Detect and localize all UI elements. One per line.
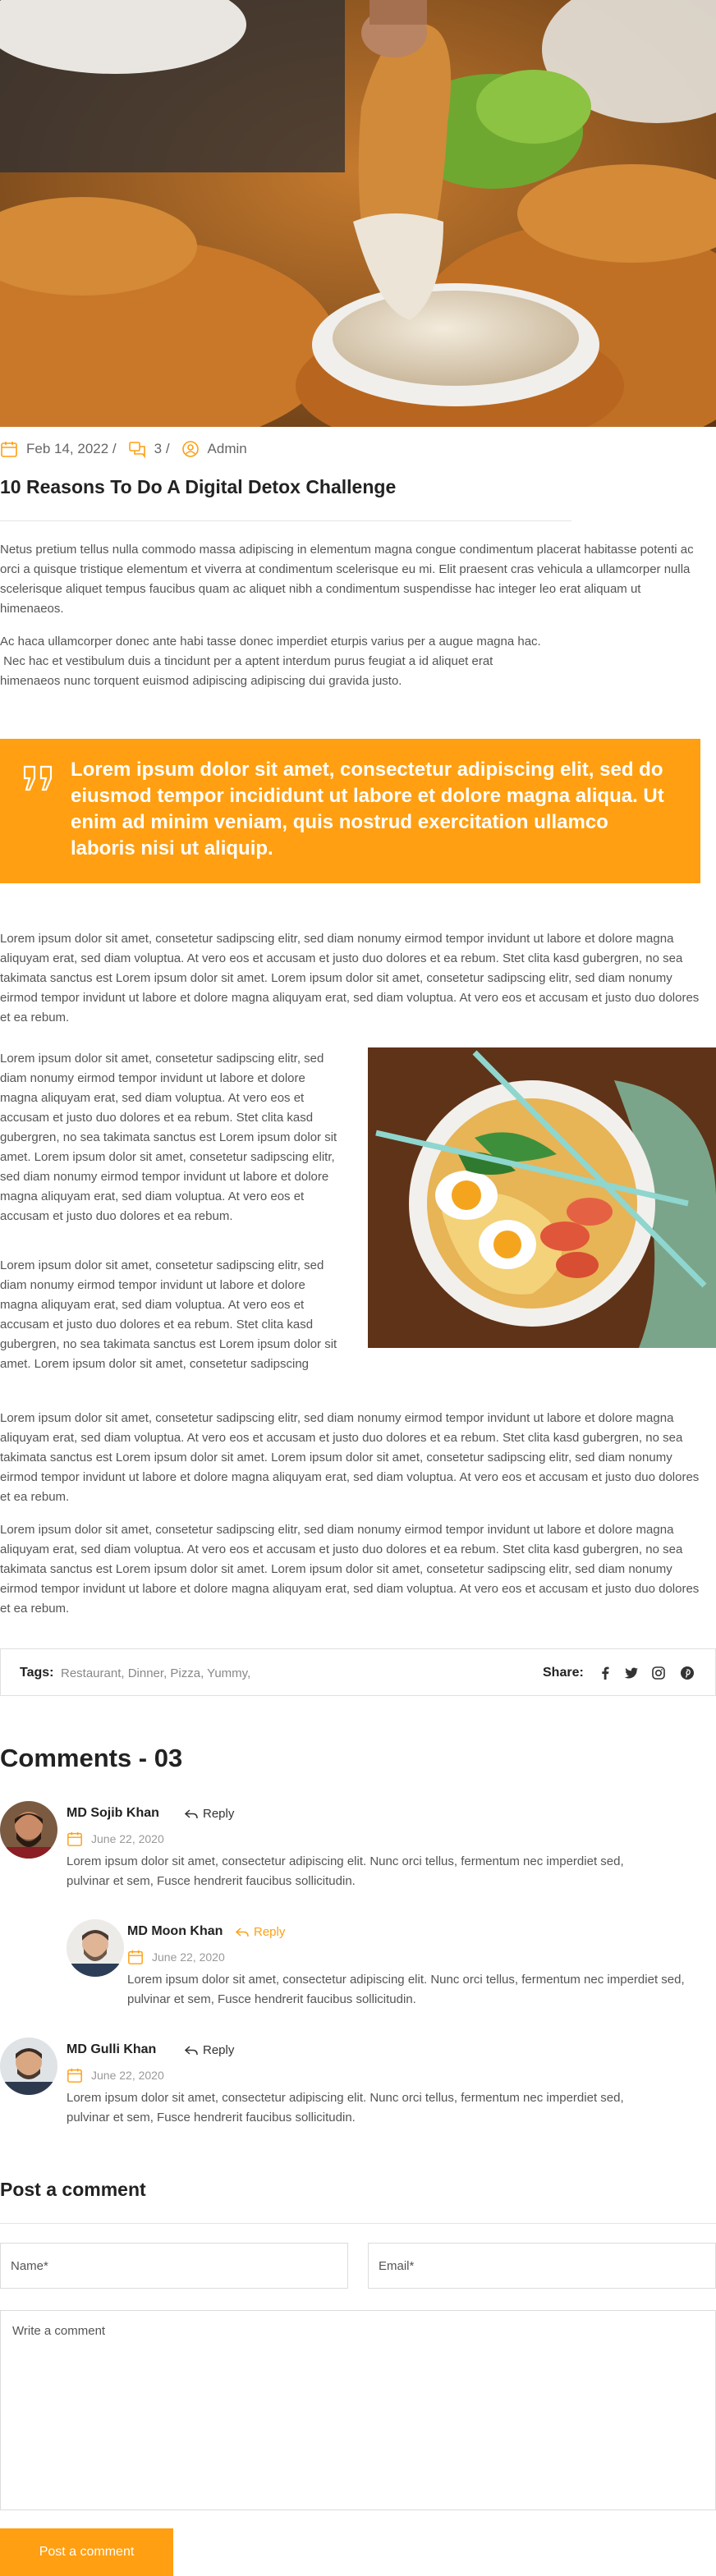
post-date: Feb 14, 2022 / <box>0 440 117 458</box>
avatar <box>0 2037 57 2095</box>
comment-date-text: June 22, 2020 <box>91 2069 164 2082</box>
paragraph-line: Nec hac et vestibulum duis a tincidunt p… <box>0 654 493 668</box>
comment-reply-item: MD Moon Khan Reply June 22, 2020 Lorem i… <box>67 1919 716 2010</box>
comment-author: MD Sojib Khan <box>67 1806 159 1820</box>
avatar <box>0 1801 57 1859</box>
post-paragraph: Lorem ipsum dolor sit amet, consetetur s… <box>0 1258 337 1371</box>
name-field[interactable] <box>0 2243 348 2289</box>
reply-icon <box>236 1927 249 1937</box>
share-label: Share: <box>543 1666 584 1680</box>
post-paragraph: Lorem ipsum dolor sit amet, consetetur s… <box>0 1523 700 1616</box>
post-comment-button[interactable]: Post a comment <box>0 2528 173 2576</box>
user-icon <box>181 440 200 458</box>
post-date-text: Feb 14, 2022 / <box>26 441 117 456</box>
post-paragraph: Netus pretium tellus nulla commodo massa… <box>0 543 694 616</box>
reply-button[interactable]: Reply <box>185 2043 234 2057</box>
divider <box>0 2223 716 2224</box>
blockquote: Lorem ipsum dolor sit amet, consectetur … <box>0 739 700 883</box>
reply-label: Reply <box>254 1925 286 1939</box>
reply-label: Reply <box>203 1807 235 1821</box>
paragraph-line: himenaeos nunc torquent euismod adipisci… <box>0 674 402 688</box>
twitter-icon[interactable] <box>624 1666 639 1680</box>
post-author-text: Admin <box>207 441 247 456</box>
post-paragraph: Ac haca ullamcorper donec ante habi tass… <box>0 632 698 691</box>
calendar-icon <box>67 2068 82 2083</box>
reply-label: Reply <box>203 2043 235 2057</box>
comment-author: MD Gulli Khan <box>67 2042 157 2056</box>
reply-button[interactable]: Reply <box>236 1925 285 1939</box>
comment-author: MD Moon Khan <box>127 1924 223 1938</box>
hero-image <box>0 0 716 427</box>
instagram-icon[interactable] <box>651 1666 666 1680</box>
facebook-icon[interactable] <box>598 1666 613 1680</box>
comments-title: Comments - 03 <box>0 1744 183 1772</box>
comment-date: June 22, 2020 <box>67 2067 164 2083</box>
calendar-icon <box>0 440 18 458</box>
calendar-icon <box>67 1831 82 1846</box>
ramen-image <box>368 1047 716 1348</box>
comment-item: MD Sojib Khan Reply June 22, 2020 Lorem … <box>0 1801 716 1891</box>
post-paragraph: Lorem ipsum dolor sit amet, consetetur s… <box>0 932 700 1024</box>
reply-icon <box>185 2045 198 2055</box>
comment-body: Lorem ipsum dolor sit amet, consectetur … <box>67 1854 624 1888</box>
post-author[interactable]: Admin <box>181 440 247 458</box>
quote-icon <box>21 763 56 797</box>
post-paragraph: Lorem ipsum dolor sit amet, consetetur s… <box>0 1411 700 1504</box>
post-paragraph: Lorem ipsum dolor sit amet, consetetur s… <box>0 1052 337 1223</box>
tags-label: Tags: <box>20 1666 54 1680</box>
tags-share-bar: Tags: Restaurant, Dinner, Pizza, Yummy, … <box>0 1648 716 1696</box>
reply-icon <box>185 1808 198 1818</box>
post-title: 10 Reasons To Do A Digital Detox Challen… <box>0 476 397 497</box>
divider <box>0 520 571 521</box>
post-comments-text: 3 / <box>154 441 170 456</box>
comment-textarea[interactable] <box>0 2310 716 2510</box>
reply-button[interactable]: Reply <box>185 1807 234 1821</box>
comments-icon <box>128 440 146 459</box>
comment-date-text: June 22, 2020 <box>152 1950 225 1964</box>
comment-date: June 22, 2020 <box>127 1949 225 1965</box>
email-field[interactable] <box>368 2243 716 2289</box>
comment-body: Lorem ipsum dolor sit amet, consectetur … <box>67 2091 624 2125</box>
post-meta: Feb 14, 2022 / 3 / Admin <box>0 438 259 460</box>
quote-text: Lorem ipsum dolor sit amet, consectetur … <box>71 759 664 859</box>
post-comments-count[interactable]: 3 / <box>128 440 170 459</box>
post-comment-title: Post a comment <box>0 2179 146 2200</box>
comment-item: MD Gulli Khan Reply June 22, 2020 Lorem … <box>0 2037 716 2128</box>
comment-body: Lorem ipsum dolor sit amet, consectetur … <box>127 1973 685 2006</box>
avatar <box>67 1919 124 1977</box>
tags-list[interactable]: Restaurant, Dinner, Pizza, Yummy, <box>61 1666 250 1680</box>
comment-date-text: June 22, 2020 <box>91 1832 164 1845</box>
paragraph-line: Ac haca ullamcorper donec ante habi tass… <box>0 635 541 649</box>
calendar-icon <box>128 1950 143 1964</box>
comment-date: June 22, 2020 <box>67 1831 164 1847</box>
pinterest-icon[interactable] <box>680 1666 695 1680</box>
